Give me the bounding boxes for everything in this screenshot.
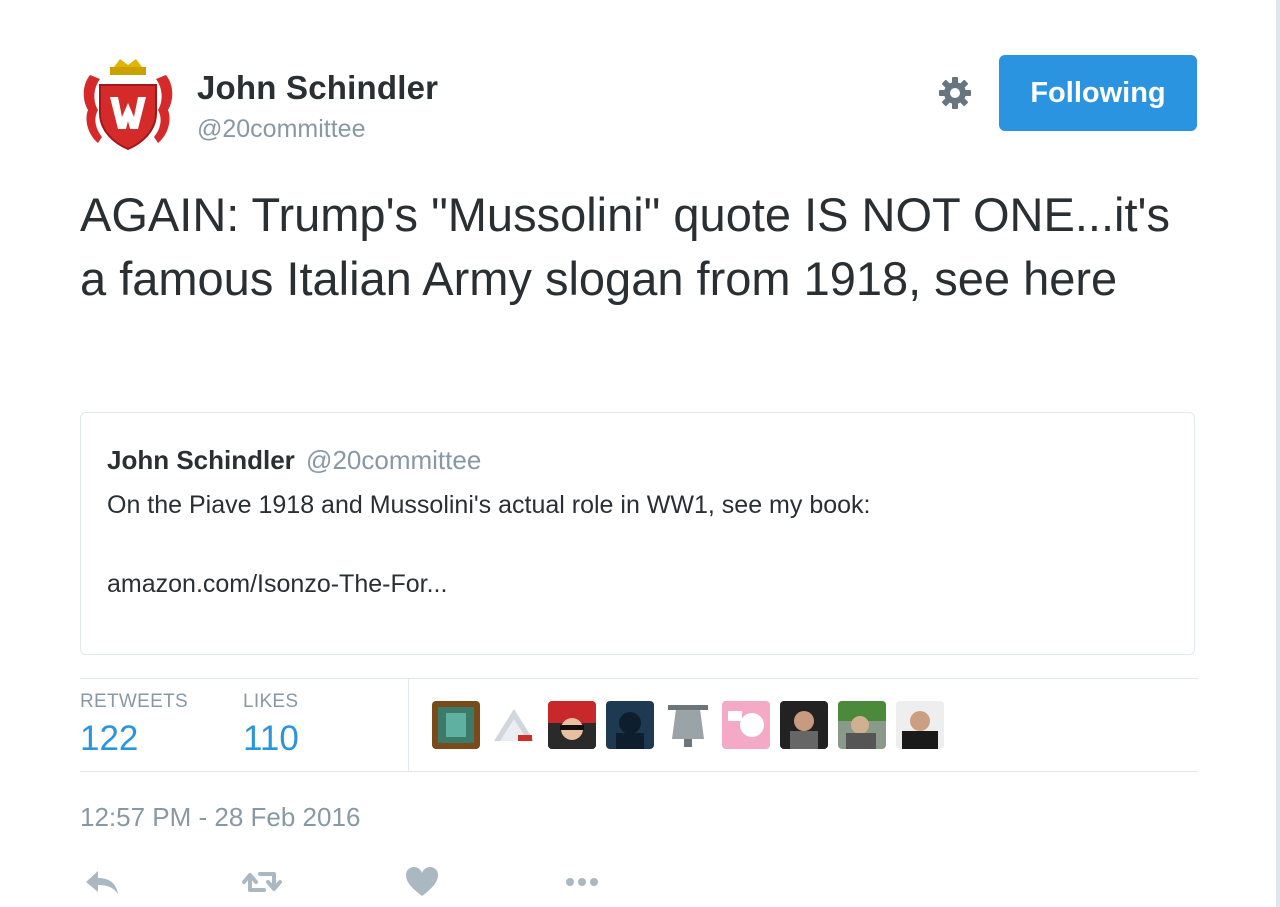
tweet-stats: RETWEETS 122 LIKES 110 — [80, 678, 1198, 772]
liker-avatar[interactable] — [722, 701, 770, 749]
tweet-text: AGAIN: Trump's "Mussolini" quote IS NOT … — [80, 188, 1170, 305]
avatar[interactable] — [80, 55, 176, 151]
heart-icon[interactable] — [400, 862, 444, 902]
likes-label: LIKES — [243, 691, 299, 712]
stats-divider — [408, 679, 409, 772]
likes-count: 110 — [243, 719, 299, 758]
retweets-label: RETWEETS — [80, 691, 188, 712]
quoted-link[interactable]: amazon.com/Isonzo-The-For... — [107, 570, 447, 599]
liker-avatar[interactable] — [838, 701, 886, 749]
liker-avatar[interactable] — [896, 701, 944, 749]
liker-avatar[interactable] — [664, 701, 712, 749]
retweet-icon[interactable] — [240, 862, 284, 902]
liker-avatar[interactable] — [606, 701, 654, 749]
liker-avatar[interactable] — [548, 701, 596, 749]
author-name[interactable]: John Schindler — [197, 69, 438, 107]
author-handle[interactable]: @20committee — [197, 115, 366, 144]
quoted-tweet[interactable]: John Schindler @20committee On the Piave… — [80, 412, 1195, 655]
tweet-header: John Schindler @20committee Following — [80, 55, 1198, 155]
retweets-stat[interactable]: RETWEETS 122 — [80, 691, 188, 759]
quoted-author-handle: @20committee — [306, 445, 482, 475]
liker-avatar[interactable] — [780, 701, 828, 749]
tweet-timestamp[interactable]: 12:57 PM - 28 Feb 2016 — [80, 802, 360, 833]
window-edge — [1276, 0, 1280, 907]
liker-avatar[interactable] — [432, 701, 480, 749]
quoted-text: On the Piave 1918 and Mussolini's actual… — [107, 491, 871, 519]
liker-avatar[interactable] — [490, 701, 538, 749]
retweets-count: 122 — [80, 719, 139, 758]
more-icon[interactable] — [560, 862, 604, 902]
gear-icon[interactable] — [937, 75, 973, 111]
quoted-header: John Schindler @20committee — [107, 445, 481, 476]
tweet-actions — [80, 862, 640, 902]
reply-icon[interactable] — [80, 862, 124, 902]
following-button[interactable]: Following — [999, 55, 1197, 131]
likes-stat[interactable]: LIKES 110 — [243, 691, 299, 759]
quoted-author-name: John Schindler — [107, 445, 295, 475]
